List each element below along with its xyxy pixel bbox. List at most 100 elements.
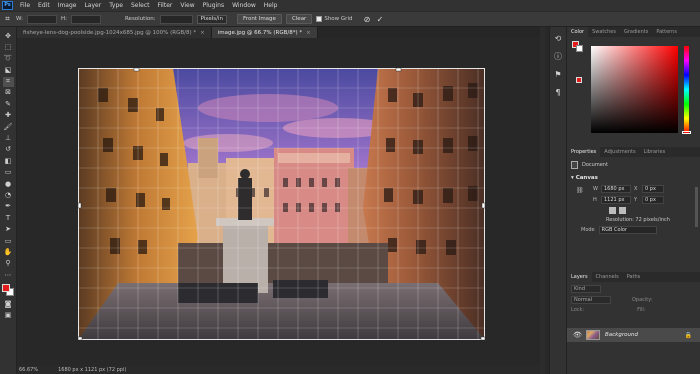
menu-filter[interactable]: Filter [154,2,177,9]
canvas-x-field[interactable]: 0 px [642,185,664,193]
front-image-button[interactable]: Front Image [237,14,282,24]
menu-edit[interactable]: Edit [34,2,54,9]
canvas-section-title[interactable]: ▾ Canvas [571,175,696,181]
tab-image-jpg[interactable]: image.jpg @ 66.7% (RGB/8*) * × [211,27,318,38]
lasso-tool-icon[interactable]: ➰ [3,54,14,64]
document-image[interactable] [78,68,485,340]
resolution-text: Resolution: 72 pixels/inch [606,217,670,223]
canvas-height-field[interactable]: 1121 px [601,196,631,204]
blur-tool-icon[interactable]: ● [3,179,14,189]
history-brush-tool-icon[interactable]: ↺ [3,145,14,155]
cancel-icon[interactable]: ⊘ [362,15,371,24]
menu-help[interactable]: Help [260,2,282,9]
tab-properties[interactable]: Properties [567,147,601,157]
crop-tool-icon[interactable]: ⌗ [3,14,12,24]
tab-channels[interactable]: Channels [592,272,623,282]
shape-tool-icon[interactable]: ▭ [3,236,14,246]
tab-label: image.jpg @ 66.7% (RGB/8*) * [217,29,303,36]
options-resolution-unit[interactable]: Pixels/in [196,14,228,24]
tab-swatches[interactable]: Swatches [588,27,620,37]
zoom-level[interactable]: 66.67% [19,367,38,373]
menu-view[interactable]: View [176,2,198,9]
learn-panel-icon[interactable]: ⚑ [553,69,563,79]
show-grid-checkbox[interactable] [316,16,323,22]
menu-layer[interactable]: Layer [80,2,105,9]
clear-button[interactable]: Clear [285,14,313,24]
screen-mode-icon[interactable]: ▣ [3,311,14,321]
show-grid-toggle[interactable]: Show Grid [316,16,352,22]
eyedropper-tool-icon[interactable]: ✎ [3,99,14,109]
options-resolution-field[interactable] [159,14,193,24]
canvas-area[interactable] [17,38,540,366]
lock-icon[interactable]: 🔒 [685,332,692,339]
hue-slider-handle[interactable] [682,131,691,134]
clone-stamp-tool-icon[interactable]: ⊥ [3,134,14,144]
brush-tool-icon[interactable]: 🖌 [3,122,14,132]
landscape-orientation-icon[interactable] [619,207,626,214]
commit-checkmark-icon[interactable]: ✓ [375,15,384,24]
object-selection-tool-icon[interactable]: ⬕ [3,65,14,75]
crop-tool-icon[interactable]: ⌗ [2,76,14,87]
tab-fisheye-lens-dog-poolside[interactable]: fisheye-lens-dog-poolside.jpg-1024x685.j… [17,27,212,38]
eraser-tool-icon[interactable]: ◧ [3,156,14,166]
foreground-color-swatch[interactable] [2,283,10,292]
close-icon[interactable]: × [200,30,205,36]
blend-mode-select[interactable]: Normal [571,296,611,304]
dodge-tool-icon[interactable]: ◔ [3,190,14,200]
move-tool-icon[interactable]: ✥ [3,31,14,41]
link-icon[interactable]: ⛓ [576,187,584,194]
tab-paths[interactable]: Paths [623,272,645,282]
photoshop-logo[interactable]: Ps [2,1,13,10]
portrait-orientation-icon[interactable] [609,207,616,214]
pen-tool-icon[interactable]: ✒ [3,202,14,212]
menu-type[interactable]: Type [105,2,127,9]
orientation-buttons [571,207,696,214]
lock-label: Lock: [571,307,585,313]
menu-select[interactable]: Select [127,2,154,9]
options-width-field[interactable] [26,14,57,24]
menu-window[interactable]: Window [228,2,260,9]
hue-slider[interactable] [684,46,689,133]
document-label: Document [582,162,608,168]
info-panel-icon[interactable]: ⓘ [553,51,563,61]
tab-libraries[interactable]: Libraries [640,147,670,157]
layer-kind-filter[interactable]: Kind [571,285,601,293]
zoom-tool-icon[interactable]: ⚲ [3,259,14,269]
tab-color[interactable]: Color [567,27,589,37]
menu-plugins[interactable]: Plugins [199,2,229,9]
layer-name[interactable]: Background [605,332,638,338]
layer-row-background[interactable]: 👁 Background 🔒 [567,328,700,342]
tab-gradients[interactable]: Gradients [620,27,652,37]
hand-tool-icon[interactable]: ✋ [3,247,14,257]
mode-select[interactable]: RGB Color [598,226,657,234]
close-icon[interactable]: × [306,30,311,36]
paragraph-panel-icon[interactable]: ¶ [553,87,563,97]
options-height-field[interactable] [70,14,101,24]
gradient-tool-icon[interactable]: ▭ [3,168,14,178]
history-panel-icon[interactable]: ⟲ [553,33,563,43]
color-picker-field[interactable] [591,46,678,133]
menu-file[interactable]: File [16,2,34,9]
tab-layers[interactable]: Layers [567,272,592,282]
marquee-tool-icon[interactable]: ⬚ [3,42,14,52]
layer-filter-row: Kind [571,285,696,293]
more-tools-icon[interactable]: ⋯ [3,270,14,280]
canvas-width-field[interactable]: 1680 px [601,185,631,193]
quick-mask-icon[interactable]: ◙ [3,300,14,310]
properties-panel: Document ▾ Canvas ⛓ W 1680 px X 0 px H 1… [567,157,700,272]
properties-scrollbar[interactable] [695,187,698,227]
background-color-chip[interactable] [576,45,583,52]
canvas-scrollbar[interactable] [540,27,545,374]
frame-tool-icon[interactable]: ⊠ [3,88,14,98]
opacity-label: Opacity: [632,297,653,303]
menu-image[interactable]: Image [54,2,81,9]
out-of-gamut-chip[interactable] [576,77,582,83]
path-selection-tool-icon[interactable]: ➤ [3,225,14,235]
tab-adjustments[interactable]: Adjustments [600,147,639,157]
type-tool-icon[interactable]: T [3,213,14,223]
eye-icon[interactable]: 👁 [573,331,582,339]
tab-patterns[interactable]: Patterns [652,27,681,37]
canvas-y-field[interactable]: 0 px [642,196,664,204]
healing-brush-tool-icon[interactable]: ✚ [3,111,14,121]
color-swatches[interactable] [2,283,14,296]
